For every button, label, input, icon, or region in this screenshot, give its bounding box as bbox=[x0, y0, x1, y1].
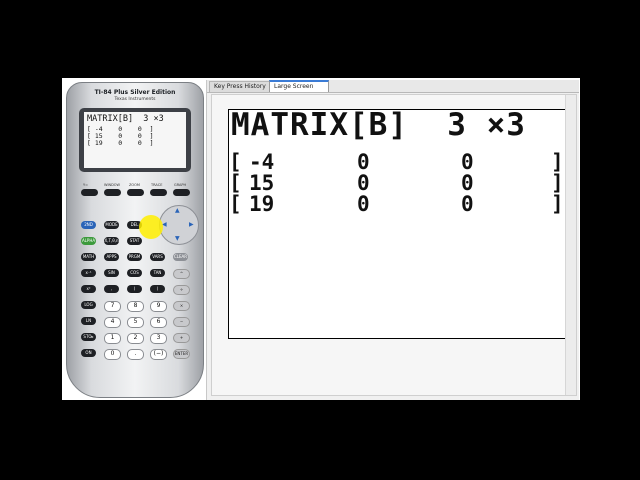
second-key[interactable]: 2ND bbox=[81, 221, 96, 229]
power-key[interactable]: ^ bbox=[173, 269, 190, 279]
key-label: ZOOM bbox=[129, 183, 140, 187]
matrix-cell: 0 bbox=[461, 192, 474, 216]
calculator-screen: MATRIX[B] 3 ×3 [ -4 0 0 ] [ 15 0 0 ] [ 1… bbox=[84, 112, 186, 168]
decimal-key[interactable]: . bbox=[127, 349, 144, 360]
calculator-body: TI-84 Plus Silver Edition Texas Instrume… bbox=[66, 82, 204, 398]
calculator-screen-bezel: MATRIX[B] 3 ×3 [ -4 0 0 ] [ 15 0 0 ] [ 1… bbox=[79, 108, 191, 172]
digit-7-key[interactable]: 7 bbox=[104, 301, 121, 312]
matrix-title: MATRIX[B] 3 ×3 bbox=[231, 109, 526, 143]
tab-large-screen[interactable]: Large Screen bbox=[269, 80, 329, 92]
on-key[interactable]: ON bbox=[81, 349, 96, 357]
tab-key-press-history[interactable]: Key Press History bbox=[209, 81, 275, 92]
window-key[interactable]: WINDOW bbox=[104, 183, 121, 196]
digit-3-key[interactable]: 3 bbox=[150, 333, 167, 344]
digit-8-key[interactable]: 8 bbox=[127, 301, 144, 312]
key-label: TRACE bbox=[151, 183, 163, 187]
mode-key[interactable]: MODE bbox=[104, 221, 119, 229]
square-key[interactable]: x² bbox=[81, 285, 96, 293]
stat-key[interactable]: STAT bbox=[127, 237, 142, 245]
digit-6-key[interactable]: 6 bbox=[150, 317, 167, 328]
tab-bar: Key Press History Large Screen bbox=[207, 80, 579, 93]
graph-key[interactable]: GRAPH bbox=[173, 183, 190, 196]
plus-key[interactable]: + bbox=[173, 333, 190, 343]
arrow-down-icon[interactable]: ▼ bbox=[175, 235, 180, 242]
digit-5-key[interactable]: 5 bbox=[127, 317, 144, 328]
tan-key[interactable]: TAN bbox=[150, 269, 165, 277]
matrix-cell: 0 bbox=[357, 192, 370, 216]
calculator: TI-84 Plus Silver Edition Texas Instrume… bbox=[64, 80, 204, 398]
key-label: GRAPH bbox=[174, 183, 187, 187]
zoom-key[interactable]: ZOOM bbox=[127, 183, 144, 196]
minus-key[interactable]: − bbox=[173, 317, 190, 327]
calculator-maker: Texas Instruments bbox=[114, 97, 156, 102]
multiply-key[interactable]: × bbox=[173, 301, 190, 311]
negative-key[interactable]: (−) bbox=[150, 349, 167, 360]
alpha-key[interactable]: ALPHA bbox=[81, 237, 96, 245]
comma-key[interactable]: , bbox=[104, 285, 119, 293]
trace-key[interactable]: TRACE bbox=[150, 183, 167, 196]
inverse-key[interactable]: x⁻¹ bbox=[81, 269, 96, 277]
function-key-row: Y= WINDOW ZOOM TRACE GRAPH bbox=[79, 183, 191, 199]
calculator-screen-title: MATRIX[B] 3 ×3 bbox=[87, 114, 164, 124]
digit-1-key[interactable]: 1 bbox=[104, 333, 121, 344]
digit-2-key[interactable]: 2 bbox=[127, 333, 144, 344]
digit-9-key[interactable]: 9 bbox=[150, 301, 167, 312]
arrow-right-icon[interactable]: ▶ bbox=[189, 221, 194, 228]
vars-key[interactable]: VARS bbox=[150, 253, 165, 261]
divide-key[interactable]: ÷ bbox=[173, 285, 190, 295]
mouse-cursor-highlight bbox=[139, 215, 163, 239]
close-paren-key[interactable]: ) bbox=[150, 285, 165, 293]
tab-content: MATRIX[B] 3 ×3 [ -4 0 0 ] [ 15 0 0 ] [ 1… bbox=[211, 94, 577, 396]
xt-theta-n-key[interactable]: X,T,θ,n bbox=[104, 237, 119, 245]
digit-0-key[interactable]: 0 bbox=[104, 349, 121, 360]
cos-key[interactable]: COS bbox=[127, 269, 142, 277]
matrix-cell: 19 bbox=[249, 192, 275, 216]
digit-4-key[interactable]: 4 bbox=[104, 317, 121, 328]
display-panel: Key Press History Large Screen MATRIX[B]… bbox=[206, 80, 579, 400]
directional-pad[interactable]: ▲ ▼ ◀ ▶ bbox=[159, 205, 199, 245]
math-key[interactable]: MATH bbox=[81, 253, 96, 261]
store-key[interactable]: STO▸ bbox=[81, 333, 96, 341]
vertical-scrollbar[interactable] bbox=[565, 95, 576, 395]
open-bracket: [ bbox=[229, 192, 242, 216]
key-label: Y= bbox=[83, 183, 89, 187]
arrow-up-icon[interactable]: ▲ bbox=[175, 207, 180, 214]
enter-key[interactable]: ENTER bbox=[173, 349, 190, 359]
ln-key[interactable]: LN bbox=[81, 317, 96, 325]
log-key[interactable]: LOG bbox=[81, 301, 96, 309]
clear-key[interactable]: CLEAR bbox=[173, 253, 188, 261]
close-bracket: ] bbox=[551, 192, 564, 216]
sin-key[interactable]: SIN bbox=[104, 269, 119, 277]
calculator-brand: TI-84 Plus Silver Edition bbox=[94, 89, 176, 96]
calculator-screen-row: [ 19 0 0 ] bbox=[87, 139, 154, 147]
prgm-key[interactable]: PRGM bbox=[127, 253, 142, 261]
apps-key[interactable]: APPS bbox=[104, 253, 119, 261]
y-equals-key[interactable]: Y= bbox=[81, 183, 98, 196]
key-label: WINDOW bbox=[104, 183, 121, 187]
large-screen-display: MATRIX[B] 3 ×3 [ -4 0 0 ] [ 15 0 0 ] [ 1… bbox=[228, 109, 570, 339]
open-paren-key[interactable]: ( bbox=[127, 285, 142, 293]
